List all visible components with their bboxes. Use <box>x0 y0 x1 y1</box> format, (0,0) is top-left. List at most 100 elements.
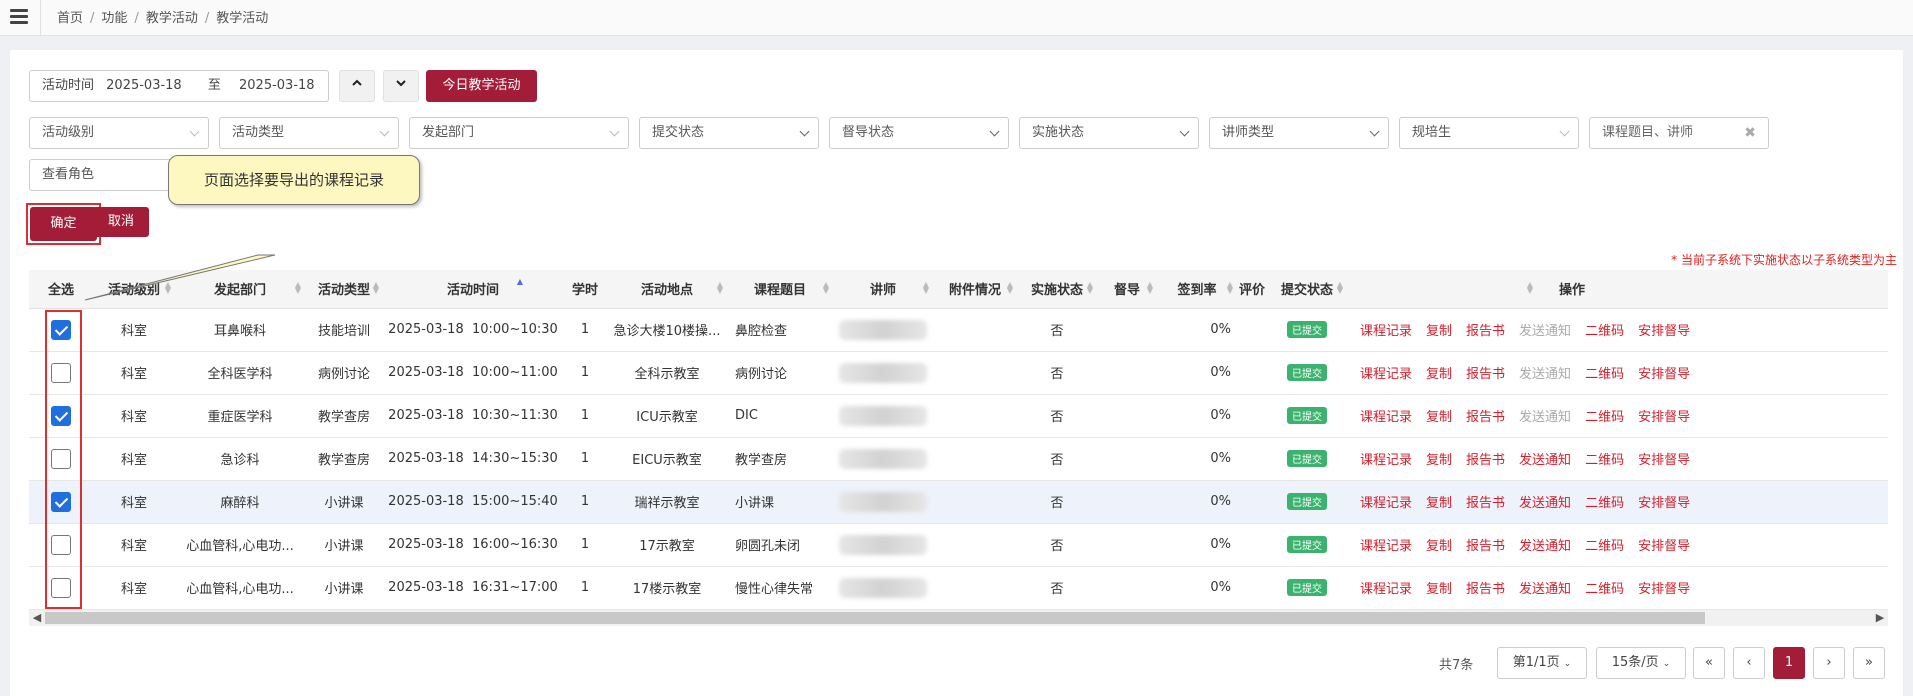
op-assign-supervisor-link[interactable]: 安排督导 <box>1638 367 1690 382</box>
confirm-button[interactable]: 确定 <box>30 207 97 241</box>
activity-level-select[interactable]: 活动级别 <box>29 117 209 149</box>
row-checkbox-cell[interactable] <box>29 437 93 481</box>
op-course-record-link[interactable]: 课程记录 <box>1360 539 1412 554</box>
row-checkbox-cell[interactable] <box>29 566 93 610</box>
col-topic[interactable]: 课程题目 ▲ ▼ <box>727 270 833 309</box>
op-assign-supervisor-link[interactable]: 安排督导 <box>1638 324 1690 339</box>
op-assign-supervisor-link[interactable]: 安排督导 <box>1638 539 1690 554</box>
op-copy-link[interactable]: 复制 <box>1426 324 1452 339</box>
lecturer-type-select[interactable]: 讲师类型 <box>1209 117 1389 149</box>
col-hours[interactable]: 学时 <box>563 270 607 309</box>
submit-status-select[interactable]: 提交状态 <box>639 117 819 149</box>
cancel-button[interactable]: 取消 <box>93 207 149 237</box>
op-course-record-link[interactable]: 课程记录 <box>1360 324 1412 339</box>
op-report-link[interactable]: 报告书 <box>1466 410 1505 425</box>
scroll-left-icon[interactable]: ◀ <box>29 610 45 626</box>
row-checkbox-cell[interactable] <box>29 394 93 438</box>
op-course-record-link[interactable]: 课程记录 <box>1360 410 1412 425</box>
op-copy-link[interactable]: 复制 <box>1426 582 1452 597</box>
horizontal-scrollbar[interactable]: ◀ ▶ <box>29 610 1888 626</box>
col-place[interactable]: 活动地点 ▲ ▼ <box>607 270 727 309</box>
op-assign-supervisor-link[interactable]: 安排督导 <box>1638 496 1690 511</box>
trainee-select[interactable]: 规培生 <box>1399 117 1579 149</box>
breadcrumb-function[interactable]: 功能 <box>101 11 127 26</box>
col-evaluation[interactable]: 评价 <box>1237 270 1267 309</box>
table-row[interactable]: 科室 麻醉科 小讲课 2025-03-18 15:00~15:40 1 瑞祥示教室 小讲课否… <box>29 480 1888 524</box>
row-checkbox-cell[interactable] <box>29 480 93 524</box>
op-course-record-link[interactable]: 课程记录 <box>1360 582 1412 597</box>
op-send-notice-link[interactable]: 发送通知 <box>1519 410 1571 425</box>
row-checkbox-cell[interactable] <box>29 523 93 567</box>
page-number-current[interactable]: 1 <box>1773 647 1805 679</box>
op-qrcode-link[interactable]: 二维码 <box>1585 324 1624 339</box>
op-course-record-link[interactable]: 课程记录 <box>1360 367 1412 382</box>
next-page-icon[interactable]: › <box>1813 647 1845 679</box>
supervise-status-select[interactable]: 督导状态 <box>829 117 1009 149</box>
date-range-picker[interactable]: 活动时间 2025-03-18 至 2025-03-18 <box>29 70 329 102</box>
impl-status-select[interactable]: 实施状态 <box>1019 117 1199 149</box>
op-report-link[interactable]: 报告书 <box>1466 367 1505 382</box>
row-checkbox-cell[interactable] <box>29 308 93 352</box>
table-row[interactable]: 科室 全科医学科 病例讨论 2025-03-18 10:00~11:00 1 全科示教室病… <box>29 351 1888 395</box>
op-copy-link[interactable]: 复制 <box>1426 496 1452 511</box>
col-attachment[interactable]: 附件情况 ▲ ▼ <box>933 270 1017 309</box>
op-course-record-link[interactable]: 课程记录 <box>1360 496 1412 511</box>
date-to[interactable]: 2025-03-18 <box>239 78 315 93</box>
op-qrcode-link[interactable]: 二维码 <box>1585 453 1624 468</box>
breadcrumb-teaching[interactable]: 教学活动 <box>146 11 198 26</box>
activity-type-select[interactable]: 活动类型 <box>219 117 399 149</box>
row-checkbox[interactable] <box>51 534 71 555</box>
op-send-notice-link[interactable]: 发送通知 <box>1519 582 1571 597</box>
col-type[interactable]: 活动类型 ▲ ▼ <box>305 270 383 309</box>
col-submit-status[interactable]: 提交状态 ▲ ▼ <box>1267 270 1347 309</box>
op-send-notice-link[interactable]: 发送通知 <box>1519 453 1571 468</box>
op-report-link[interactable]: 报告书 <box>1466 582 1505 597</box>
scrollbar-thumb[interactable] <box>45 612 1705 624</box>
op-course-record-link[interactable]: 课程记录 <box>1360 453 1412 468</box>
op-copy-link[interactable]: 复制 <box>1426 410 1452 425</box>
keyword-input[interactable]: 课程题目、讲师 ✖ <box>1589 117 1769 149</box>
col-lecturer[interactable]: 讲师 ▲ ▼ <box>833 270 933 309</box>
table-row[interactable]: 科室 心血管科,心电功... 小讲课 2025-03-18 16:00~16:30 1 1… <box>29 523 1888 567</box>
row-checkbox[interactable] <box>51 577 71 598</box>
table-row[interactable]: 科室 心血管科,心电功... 小讲课 2025-03-18 16:31~17:00 1 1… <box>29 566 1888 610</box>
chevron-up-icon[interactable] <box>339 70 375 102</box>
op-qrcode-link[interactable]: 二维码 <box>1585 539 1624 554</box>
row-checkbox-cell[interactable] <box>29 351 93 395</box>
col-select-all[interactable]: 全选 <box>29 270 93 309</box>
dept-select[interactable]: 发起部门 <box>409 117 629 149</box>
prev-page-icon[interactable]: ‹ <box>1733 647 1765 679</box>
menu-icon[interactable] <box>8 6 30 28</box>
col-level[interactable]: 活动级别 ▲ ▼ <box>93 270 175 309</box>
op-report-link[interactable]: 报告书 <box>1466 539 1505 554</box>
page-size-select[interactable]: 15条/页 ⌄ <box>1596 647 1686 679</box>
op-send-notice-link[interactable]: 发送通知 <box>1519 367 1571 382</box>
op-send-notice-link[interactable]: 发送通知 <box>1519 324 1571 339</box>
page-select[interactable]: 第1/1页 ⌄ <box>1497 647 1587 679</box>
op-copy-link[interactable]: 复制 <box>1426 539 1452 554</box>
today-activity-button[interactable]: 今日教学活动 <box>426 70 537 102</box>
col-signin-rate[interactable]: 签到率 ▲ ▼ <box>1157 270 1237 309</box>
clear-icon[interactable]: ✖ <box>1744 118 1756 148</box>
op-copy-link[interactable]: 复制 <box>1426 367 1452 382</box>
date-from[interactable]: 2025-03-18 <box>106 78 182 93</box>
breadcrumb-home[interactable]: 首页 <box>57 11 83 26</box>
op-report-link[interactable]: 报告书 <box>1466 324 1505 339</box>
op-qrcode-link[interactable]: 二维码 <box>1585 582 1624 597</box>
row-checkbox[interactable] <box>51 491 71 512</box>
op-copy-link[interactable]: 复制 <box>1426 453 1452 468</box>
row-checkbox[interactable] <box>51 405 71 426</box>
table-row[interactable]: 科室 重症医学科 教学查房 2025-03-18 10:30~11:30 1 ICU示教室… <box>29 394 1888 438</box>
scroll-right-icon[interactable]: ▶ <box>1872 610 1888 626</box>
table-row[interactable]: 科室 耳鼻喉科 技能培训 2025-03-18 10:00~10:30 1 急诊大楼10楼… <box>29 308 1888 352</box>
row-checkbox[interactable] <box>51 448 71 469</box>
op-report-link[interactable]: 报告书 <box>1466 453 1505 468</box>
col-impl[interactable]: 实施状态 ▲ ▼ <box>1017 270 1097 309</box>
op-report-link[interactable]: 报告书 <box>1466 496 1505 511</box>
col-dept[interactable]: 发起部门 ▲ ▼ <box>175 270 305 309</box>
last-page-icon[interactable]: » <box>1853 647 1885 679</box>
row-checkbox[interactable] <box>51 362 71 383</box>
table-row[interactable]: 科室 急诊科 教学查房 2025-03-18 14:30~15:30 1 EICU示教室教… <box>29 437 1888 481</box>
op-send-notice-link[interactable]: 发送通知 <box>1519 496 1571 511</box>
op-qrcode-link[interactable]: 二维码 <box>1585 496 1624 511</box>
